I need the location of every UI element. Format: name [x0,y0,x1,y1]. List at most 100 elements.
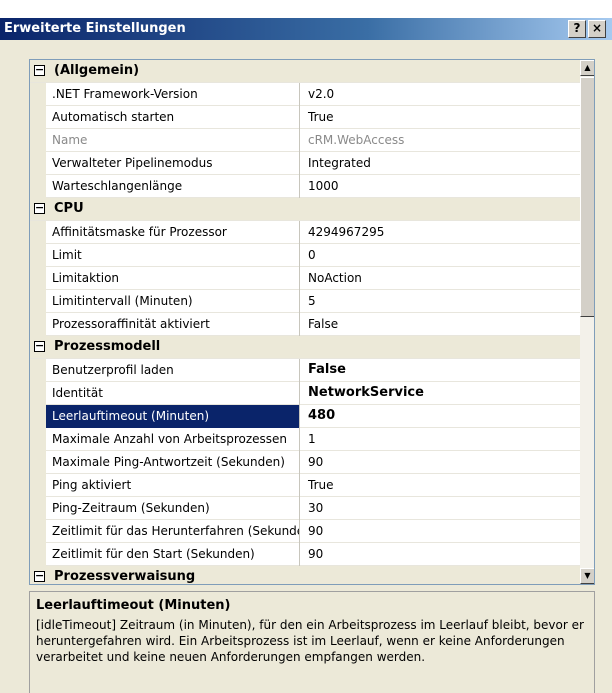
dialog-title: Erweiterte Einstellungen [4,21,186,36]
property-value[interactable]: 480 [302,405,580,428]
property-value[interactable]: 90 [302,543,580,566]
property-value[interactable]: v2.0 [302,83,580,106]
property-row[interactable]: Maximale Anzahl von Arbeitsprozessen 1 [30,428,580,451]
row-gutter [30,451,46,474]
property-value[interactable]: 90 [302,520,580,543]
property-row[interactable]: Limit 0 [30,244,580,267]
property-row[interactable]: Zeitlimit für das Herunterfahren (Sekund… [30,520,580,543]
property-row[interactable]: Identität NetworkService [30,382,580,405]
row-gutter [30,474,46,497]
row-gutter [30,428,46,451]
property-name[interactable]: Name [46,129,300,152]
property-value[interactable]: 90 [302,451,580,474]
property-value[interactable]: 5 [302,290,580,313]
category-row[interactable]: − Prozessmodell [30,336,580,359]
category-label: Prozessmodell [54,339,161,354]
property-name[interactable]: Affinitätsmaske für Prozessor [46,221,300,244]
property-row[interactable]: Verwalteter Pipelinemodus Integrated [30,152,580,175]
property-name[interactable]: Verwalteter Pipelinemodus [46,152,300,175]
property-value[interactable]: 1000 [302,175,580,198]
property-row[interactable]: Ping-Zeitraum (Sekunden) 30 [30,497,580,520]
top-strip [0,0,612,18]
title-bar[interactable]: Erweiterte Einstellungen ? × [0,18,612,40]
row-gutter [30,497,46,520]
property-row[interactable]: Limitaktion NoAction [30,267,580,290]
property-value[interactable]: False [302,313,580,336]
property-rows: − (Allgemein) .NET Framework-Version v2.0 Au… [30,60,580,584]
property-value[interactable]: True [302,474,580,497]
row-gutter [30,83,46,106]
property-name[interactable]: Prozessoraffinität aktiviert [46,313,300,336]
property-value[interactable]: 1 [302,428,580,451]
property-name[interactable]: Warteschlangenlänge [46,175,300,198]
collapse-toggle-icon[interactable]: − [34,202,45,214]
property-name[interactable]: Automatisch starten [46,106,300,129]
property-value[interactable]: cRM.WebAccess [302,129,580,152]
property-name[interactable]: Limit [46,244,300,267]
property-row[interactable]: Automatisch starten True [30,106,580,129]
description-title: Leerlauftimeout (Minuten) [36,598,231,613]
property-row[interactable]: Prozessoraffinität aktiviert False [30,313,580,336]
row-gutter [30,221,46,244]
property-value[interactable]: 4294967295 [302,221,580,244]
property-name[interactable]: Zeitlimit für den Start (Sekunden) [46,543,300,566]
row-gutter [30,405,46,428]
description-text: [idleTimeout] Zeitraum (in Minuten), für… [36,618,584,664]
property-name[interactable]: Ping aktiviert [46,474,300,497]
property-value[interactable]: True [302,106,580,129]
property-name[interactable]: Leerlauftimeout (Minuten) [46,405,300,428]
property-row[interactable]: Affinitätsmaske für Prozessor 4294967295 [30,221,580,244]
property-row[interactable]: Zeitlimit für den Start (Sekunden) 90 [30,543,580,566]
property-value[interactable]: Integrated [302,152,580,175]
property-name[interactable]: Benutzerprofil laden [46,359,300,382]
row-gutter [30,520,46,543]
property-row[interactable]: Maximale Ping-Antwortzeit (Sekunden) 90 [30,451,580,474]
description-panel: Leerlauftimeout (Minuten) [idleTimeout] … [29,591,595,693]
close-button[interactable]: × [588,20,606,38]
property-name[interactable]: Maximale Ping-Antwortzeit (Sekunden) [46,451,300,474]
property-value[interactable]: 30 [302,497,580,520]
property-row[interactable]: Limitintervall (Minuten) 5 [30,290,580,313]
advanced-settings-dialog: Erweiterte Einstellungen ? × − (Allgemein… [0,0,612,693]
row-gutter [30,313,46,336]
row-gutter [30,543,46,566]
property-value[interactable]: False [302,359,580,382]
property-grid[interactable]: − (Allgemein) .NET Framework-Version v2.0 Au… [29,59,595,585]
row-gutter [30,267,46,290]
property-value[interactable]: NetworkService [302,382,580,405]
property-row[interactable]: Warteschlangenlänge 1000 [30,175,580,198]
category-label: CPU [54,201,84,216]
collapse-toggle-icon[interactable]: − [34,340,45,352]
property-row[interactable]: Name cRM.WebAccess [30,129,580,152]
property-value[interactable]: NoAction [302,267,580,290]
property-name[interactable]: Limitintervall (Minuten) [46,290,300,313]
property-row[interactable]: Leerlauftimeout (Minuten) 480 [30,405,580,428]
row-gutter [30,175,46,198]
help-button[interactable]: ? [568,20,586,38]
row-gutter [30,152,46,175]
property-name[interactable]: Identität [46,382,300,405]
category-row[interactable]: − (Allgemein) [30,60,580,83]
property-row[interactable]: Ping aktiviert True [30,474,580,497]
category-label: Prozessverwaisung [54,569,196,584]
property-row[interactable]: .NET Framework-Version v2.0 [30,83,580,106]
row-gutter [30,359,46,382]
scroll-down-button[interactable]: ▼ [580,568,594,584]
property-row[interactable]: Benutzerprofil laden False [30,359,580,382]
category-row[interactable]: − CPU [30,198,580,221]
property-name[interactable]: Ping-Zeitraum (Sekunden) [46,497,300,520]
row-gutter [30,244,46,267]
collapse-toggle-icon[interactable]: − [34,64,45,76]
property-name[interactable]: Limitaktion [46,267,300,290]
row-gutter [30,129,46,152]
scroll-up-button[interactable]: ▲ [580,60,594,76]
scroll-thumb[interactable] [580,77,594,317]
property-name[interactable]: Zeitlimit für das Herunterfahren (Sekund… [46,520,300,543]
property-name[interactable]: .NET Framework-Version [46,83,300,106]
vertical-scrollbar[interactable]: ▲ ▼ [580,60,594,584]
property-name[interactable]: Maximale Anzahl von Arbeitsprozessen [46,428,300,451]
collapse-toggle-icon[interactable]: − [34,570,45,582]
row-gutter [30,290,46,313]
property-value[interactable]: 0 [302,244,580,267]
category-row[interactable]: − Prozessverwaisung [30,566,580,584]
